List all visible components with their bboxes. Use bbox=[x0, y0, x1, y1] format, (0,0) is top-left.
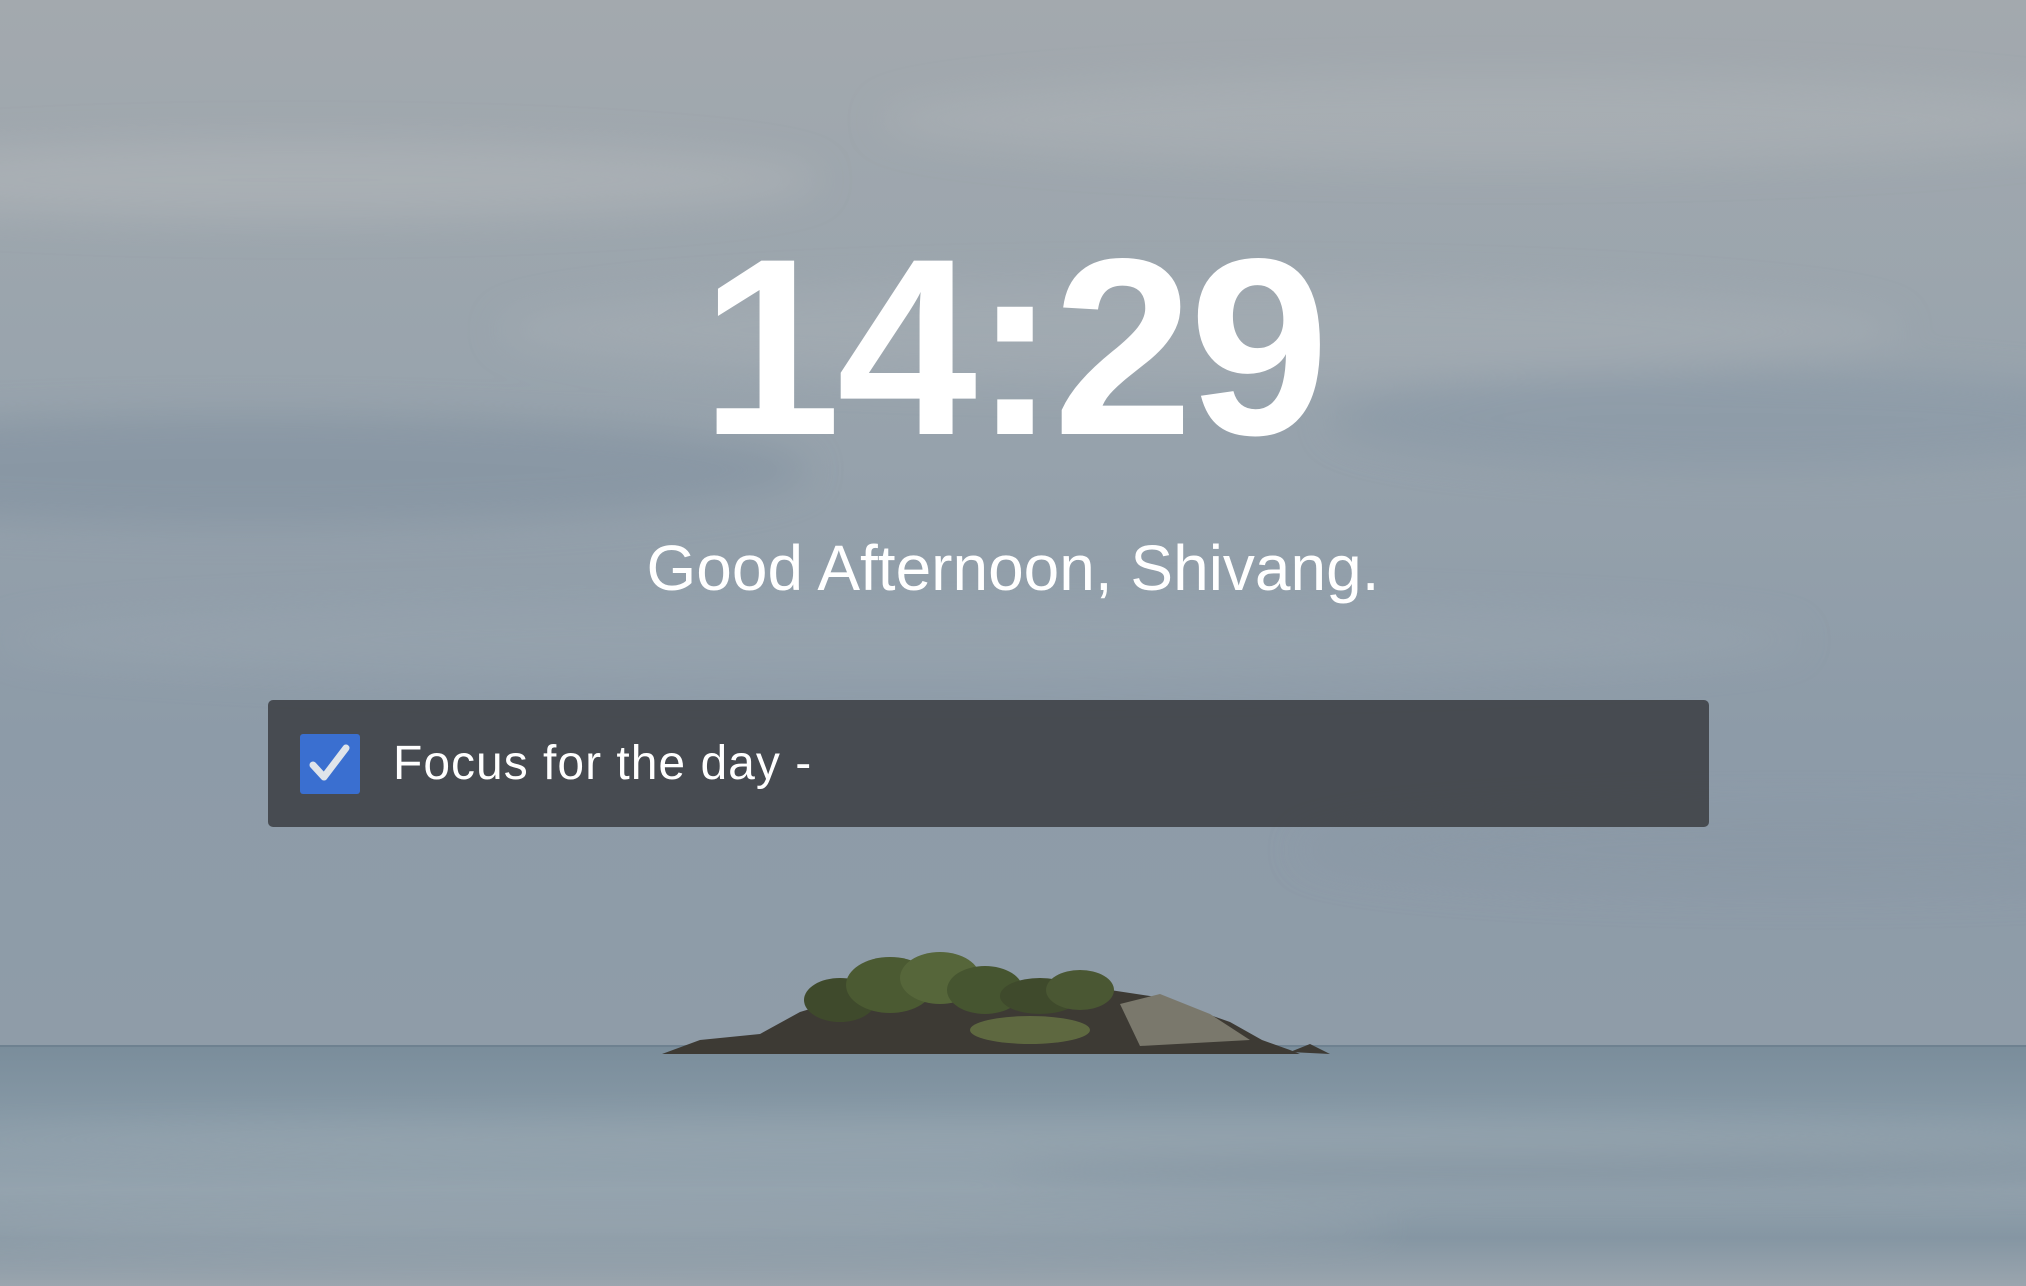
focus-checkbox[interactable] bbox=[300, 734, 360, 794]
background-image bbox=[0, 0, 2026, 1286]
checkmark-icon bbox=[309, 744, 350, 781]
clock-time: 14:29 bbox=[700, 207, 1330, 488]
focus-label[interactable]: Focus for the day - bbox=[393, 732, 812, 796]
focus-bar: Focus for the day - bbox=[268, 700, 1709, 827]
greeting-text: Good Afternoon, Shivang. bbox=[646, 532, 1380, 604]
